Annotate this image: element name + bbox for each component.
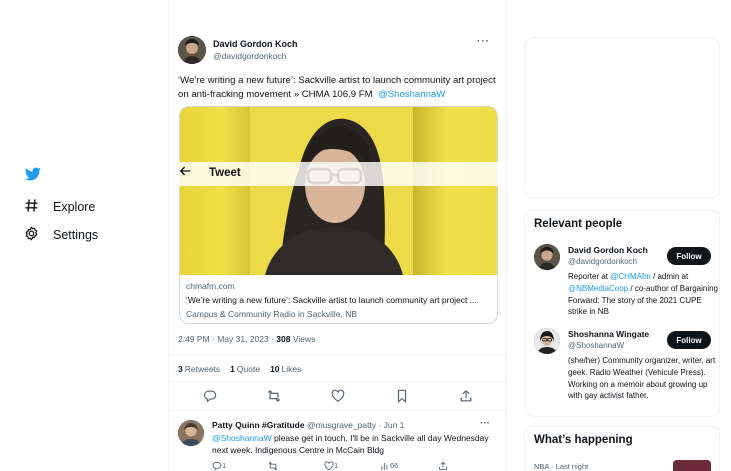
like-icon[interactable] bbox=[331, 389, 345, 403]
retweets-label: Retweets bbox=[184, 364, 221, 374]
reply-like-count: 1 bbox=[334, 461, 339, 470]
person-name[interactable]: Shoshanna Wingate bbox=[568, 329, 649, 339]
card-info: chmafm.com ‘We’re writing a new future’:… bbox=[186, 281, 491, 319]
retweets-count: 3 bbox=[178, 364, 183, 374]
reply-text: @ShoshannaW please get in touch. I'll be… bbox=[212, 432, 496, 456]
views-count: 308 bbox=[276, 334, 291, 344]
avatar[interactable] bbox=[178, 420, 204, 446]
quotes-count: 1 bbox=[230, 364, 235, 374]
tweet-text: ‘We’re writing a new future’: Sackville … bbox=[178, 74, 498, 101]
bookmark-icon[interactable] bbox=[395, 389, 409, 403]
avatar[interactable] bbox=[534, 328, 560, 354]
likes-label: Likes bbox=[281, 364, 302, 374]
reply-views[interactable]: 66 bbox=[380, 461, 398, 471]
tweet-stats: 3 Retweets 1 Quote 10 Likes bbox=[178, 364, 301, 374]
tweet-meta: 2:49 PM · May 31, 2023 · 308 Views bbox=[178, 334, 315, 344]
follow-button[interactable]: Follow bbox=[667, 247, 711, 265]
page-title: Tweet bbox=[209, 167, 241, 179]
reply-reply-button[interactable]: 1 bbox=[212, 461, 226, 471]
gear-icon bbox=[24, 226, 39, 244]
main-column: David Gordon Koch @davidgordonkoch ··· ‘… bbox=[168, 0, 507, 471]
hashtag-icon bbox=[24, 198, 39, 216]
author-name[interactable]: David Gordon Koch bbox=[213, 39, 298, 49]
card-description: Campus & Community Radio in Sackville, N… bbox=[186, 309, 358, 319]
trend-context[interactable]: NBA · Last night bbox=[534, 462, 588, 471]
quotes-label: Quote bbox=[236, 364, 261, 374]
card-image bbox=[180, 107, 497, 275]
share-icon[interactable] bbox=[459, 389, 473, 403]
card-title: ‘We’re writing a new future’: Sackville … bbox=[186, 295, 477, 305]
likes-count: 10 bbox=[270, 364, 280, 374]
likes-stat[interactable]: 10 Likes bbox=[270, 364, 301, 374]
reply-more-button[interactable]: ··· bbox=[480, 418, 490, 429]
whats-happening-panel: What’s happening NBA · Last night bbox=[524, 425, 720, 471]
bio-link[interactable]: @CHMAfm bbox=[610, 272, 651, 281]
divider bbox=[169, 410, 506, 411]
avatar[interactable] bbox=[178, 36, 206, 64]
relevant-people-panel: Relevant people David Gordon Koch @david… bbox=[524, 209, 720, 417]
reply-like-button[interactable]: 1 bbox=[324, 461, 338, 471]
link-card[interactable]: chmafm.com ‘We’re writing a new future’:… bbox=[179, 106, 498, 324]
avatar[interactable] bbox=[534, 244, 560, 270]
nav-explore[interactable]: Explore bbox=[24, 198, 95, 216]
divider bbox=[169, 355, 506, 356]
person-name[interactable]: David Gordon Koch bbox=[568, 245, 648, 255]
tweet-page-header: Tweet bbox=[169, 162, 506, 186]
mention-link[interactable]: @ShoshannaW bbox=[378, 89, 445, 100]
nav-explore-label: Explore bbox=[53, 200, 96, 214]
right-sidebar: Relevant people David Gordon Koch @david… bbox=[524, 0, 724, 471]
nav-settings[interactable]: Settings bbox=[24, 226, 98, 244]
reply-tweet[interactable]: Patty Quinn #Gratitude @musgrave_patty ·… bbox=[178, 418, 498, 471]
left-nav: Explore Settings bbox=[0, 0, 168, 471]
reply-author-name: Patty Quinn #Gratitude bbox=[212, 420, 305, 430]
nav-settings-label: Settings bbox=[53, 228, 99, 242]
tweet-header: David Gordon Koch @davidgordonkoch ··· bbox=[178, 36, 498, 68]
bio-text: / admin at bbox=[650, 272, 689, 281]
retweets-stat[interactable]: 3 Retweets bbox=[178, 364, 220, 374]
relevant-people-title: Relevant people bbox=[534, 218, 623, 230]
card-domain: chmafm.com bbox=[186, 281, 235, 291]
divider bbox=[169, 381, 506, 382]
tweet-actions bbox=[169, 389, 506, 407]
bio-link[interactable]: @NBMediaCoop bbox=[568, 284, 628, 293]
sidebar-panel bbox=[524, 37, 720, 199]
person-bio: Reporter at @CHMAfm / admin at @NBMediaC… bbox=[568, 271, 718, 318]
person-handle[interactable]: @ShoshannaW bbox=[568, 341, 624, 350]
tweet-body: ‘We’re writing a new future’: Sackville … bbox=[178, 75, 496, 100]
reply-author[interactable]: Patty Quinn #Gratitude @musgrave_patty ·… bbox=[212, 420, 404, 430]
reply-mention-link[interactable]: @ShoshannaW bbox=[212, 433, 272, 443]
person-handle[interactable]: @davidgordonkoch bbox=[568, 257, 637, 266]
tweet-timestamp[interactable]: 2:49 PM · May 31, 2023 · bbox=[178, 334, 274, 344]
reply-reply-count: 1 bbox=[222, 461, 227, 470]
reply-handle-date: @musgrave_patty · Jun 1 bbox=[306, 420, 405, 430]
reply-icon[interactable] bbox=[203, 389, 217, 403]
reply-share-icon[interactable] bbox=[438, 461, 448, 471]
back-arrow-icon[interactable] bbox=[179, 165, 191, 180]
author-handle[interactable]: @davidgordonkoch bbox=[213, 51, 286, 61]
bio-text: Reporter at bbox=[568, 272, 611, 281]
trend-thumbnail[interactable] bbox=[673, 460, 711, 471]
person-bio: (she/her) Community organizer, writer, a… bbox=[568, 356, 716, 401]
twitter-logo-icon[interactable] bbox=[24, 166, 42, 182]
follow-button[interactable]: Follow bbox=[667, 331, 711, 349]
quotes-stat[interactable]: 1 Quote bbox=[230, 364, 260, 374]
retweet-icon[interactable] bbox=[267, 389, 281, 403]
more-options-button[interactable]: ··· bbox=[477, 36, 490, 47]
views-label: Views bbox=[292, 334, 316, 344]
whats-happening-title: What’s happening bbox=[534, 434, 633, 446]
reply-views-count: 66 bbox=[390, 461, 399, 470]
reply-retweet-icon[interactable] bbox=[268, 461, 278, 471]
